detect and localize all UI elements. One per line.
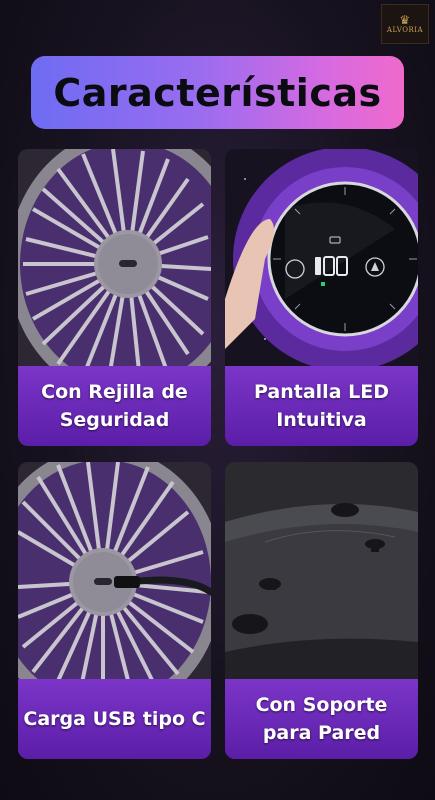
feature-card-safety-grille: Con Rejilla de Seguridad bbox=[18, 149, 211, 446]
brand-name: ALVORIA bbox=[386, 26, 424, 34]
feature-card-usb-c: Carga USB tipo C bbox=[18, 462, 211, 759]
card-caption: Con Soporte para Pared bbox=[225, 679, 418, 759]
crown-icon: ♛ bbox=[399, 13, 411, 27]
page-title: Características bbox=[53, 70, 382, 115]
brand-logo: ♛ ALVORIA bbox=[381, 4, 429, 44]
card-caption: Carga USB tipo C bbox=[18, 679, 211, 759]
card-caption: Con Rejilla de Seguridad bbox=[18, 366, 211, 446]
feature-card-wall-mount: Con Soporte para Pared bbox=[225, 462, 418, 759]
feature-card-led-display: Pantalla LED Intuitiva bbox=[225, 149, 418, 446]
card-caption: Pantalla LED Intuitiva bbox=[225, 366, 418, 446]
title-banner: Características bbox=[31, 56, 404, 129]
